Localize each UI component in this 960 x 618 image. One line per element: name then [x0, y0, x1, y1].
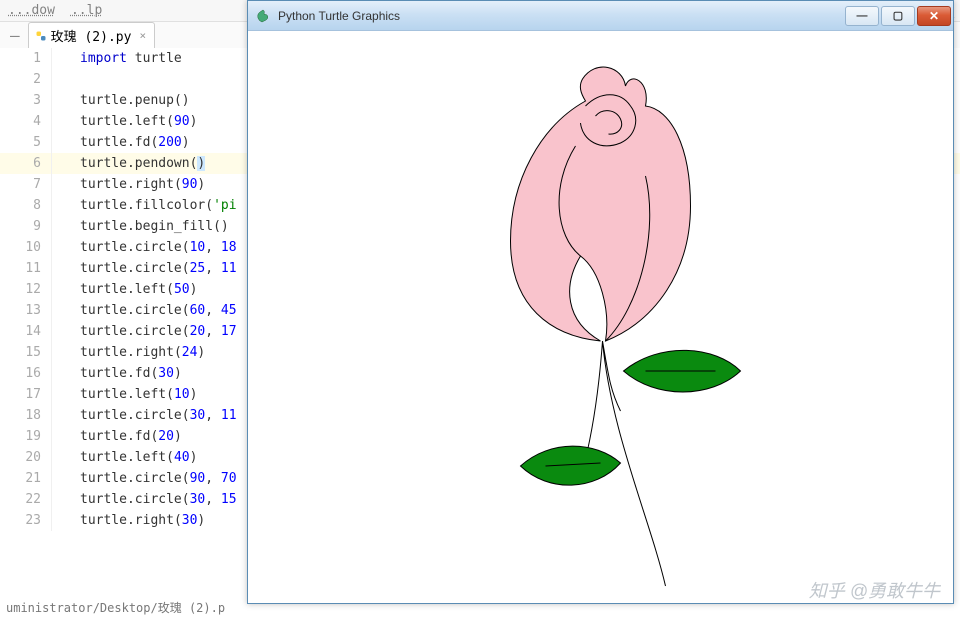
- line-number: 11: [0, 258, 52, 279]
- line-number: 12: [0, 279, 52, 300]
- line-number: 23: [0, 510, 52, 531]
- code-content[interactable]: turtle.left(50): [80, 279, 197, 300]
- line-number: 6: [0, 153, 52, 174]
- code-content[interactable]: turtle.pendown(): [80, 153, 205, 174]
- turtle-app-icon: [256, 8, 272, 24]
- close-button[interactable]: ✕: [917, 6, 951, 26]
- code-content[interactable]: turtle.fd(20): [80, 426, 182, 447]
- line-number: 4: [0, 111, 52, 132]
- code-content[interactable]: turtle.circle(20, 17: [80, 321, 237, 342]
- line-number: 2: [0, 69, 52, 90]
- minimize-button[interactable]: —: [845, 6, 879, 26]
- tab-collapse-icon[interactable]: —: [10, 26, 20, 45]
- code-content[interactable]: turtle.fd(30): [80, 363, 182, 384]
- line-number: 8: [0, 195, 52, 216]
- window-buttons: — ▢ ✕: [843, 6, 951, 26]
- code-content[interactable]: turtle.fillcolor('pi: [80, 195, 237, 216]
- turtle-canvas: [248, 31, 953, 603]
- line-number: 1: [0, 48, 52, 69]
- code-content[interactable]: turtle.circle(90, 70: [80, 468, 237, 489]
- code-content[interactable]: turtle.begin_fill(): [80, 216, 229, 237]
- line-number: 13: [0, 300, 52, 321]
- code-content[interactable]: turtle.penup(): [80, 90, 190, 111]
- code-content[interactable]: turtle.left(10): [80, 384, 197, 405]
- line-number: 9: [0, 216, 52, 237]
- code-content[interactable]: turtle.circle(30, 15: [80, 489, 237, 510]
- line-number: 22: [0, 489, 52, 510]
- python-file-icon: [35, 30, 47, 42]
- line-number: 17: [0, 384, 52, 405]
- window-title: Python Turtle Graphics: [278, 9, 837, 23]
- status-bar: uministrator/Desktop/玫瑰 (2).p: [0, 597, 231, 618]
- turtle-window[interactable]: Python Turtle Graphics — ▢ ✕: [247, 0, 954, 604]
- code-content[interactable]: turtle.right(90): [80, 174, 205, 195]
- code-content[interactable]: turtle.circle(10, 18: [80, 237, 237, 258]
- maximize-button[interactable]: ▢: [881, 6, 915, 26]
- line-number: 21: [0, 468, 52, 489]
- titlebar[interactable]: Python Turtle Graphics — ▢ ✕: [248, 1, 953, 31]
- code-content[interactable]: import turtle: [80, 48, 182, 69]
- line-number: 19: [0, 426, 52, 447]
- code-content[interactable]: turtle.right(24): [80, 342, 205, 363]
- line-number: 15: [0, 342, 52, 363]
- line-number: 20: [0, 447, 52, 468]
- code-content[interactable]: turtle.left(40): [80, 447, 197, 468]
- line-number: 16: [0, 363, 52, 384]
- code-content[interactable]: turtle.circle(60, 45: [80, 300, 237, 321]
- line-number: 14: [0, 321, 52, 342]
- menu-help[interactable]: ..lp: [71, 3, 102, 18]
- line-number: 3: [0, 90, 52, 111]
- menu-window[interactable]: ...dow: [8, 3, 55, 18]
- code-content[interactable]: turtle.right(30): [80, 510, 205, 531]
- code-content[interactable]: turtle.fd(200): [80, 132, 190, 153]
- line-number: 5: [0, 132, 52, 153]
- code-content[interactable]: turtle.circle(30, 11: [80, 405, 237, 426]
- tab-label: 玫瑰 (2).py: [51, 26, 132, 45]
- tab-close-icon[interactable]: ×: [139, 29, 146, 42]
- line-number: 18: [0, 405, 52, 426]
- code-content[interactable]: turtle.left(90): [80, 111, 197, 132]
- line-number: 10: [0, 237, 52, 258]
- editor-tab[interactable]: 玫瑰 (2).py ×: [28, 22, 155, 48]
- line-number: 7: [0, 174, 52, 195]
- code-content[interactable]: turtle.circle(25, 11: [80, 258, 237, 279]
- watermark: 知乎 @勇敢牛牛: [809, 577, 940, 603]
